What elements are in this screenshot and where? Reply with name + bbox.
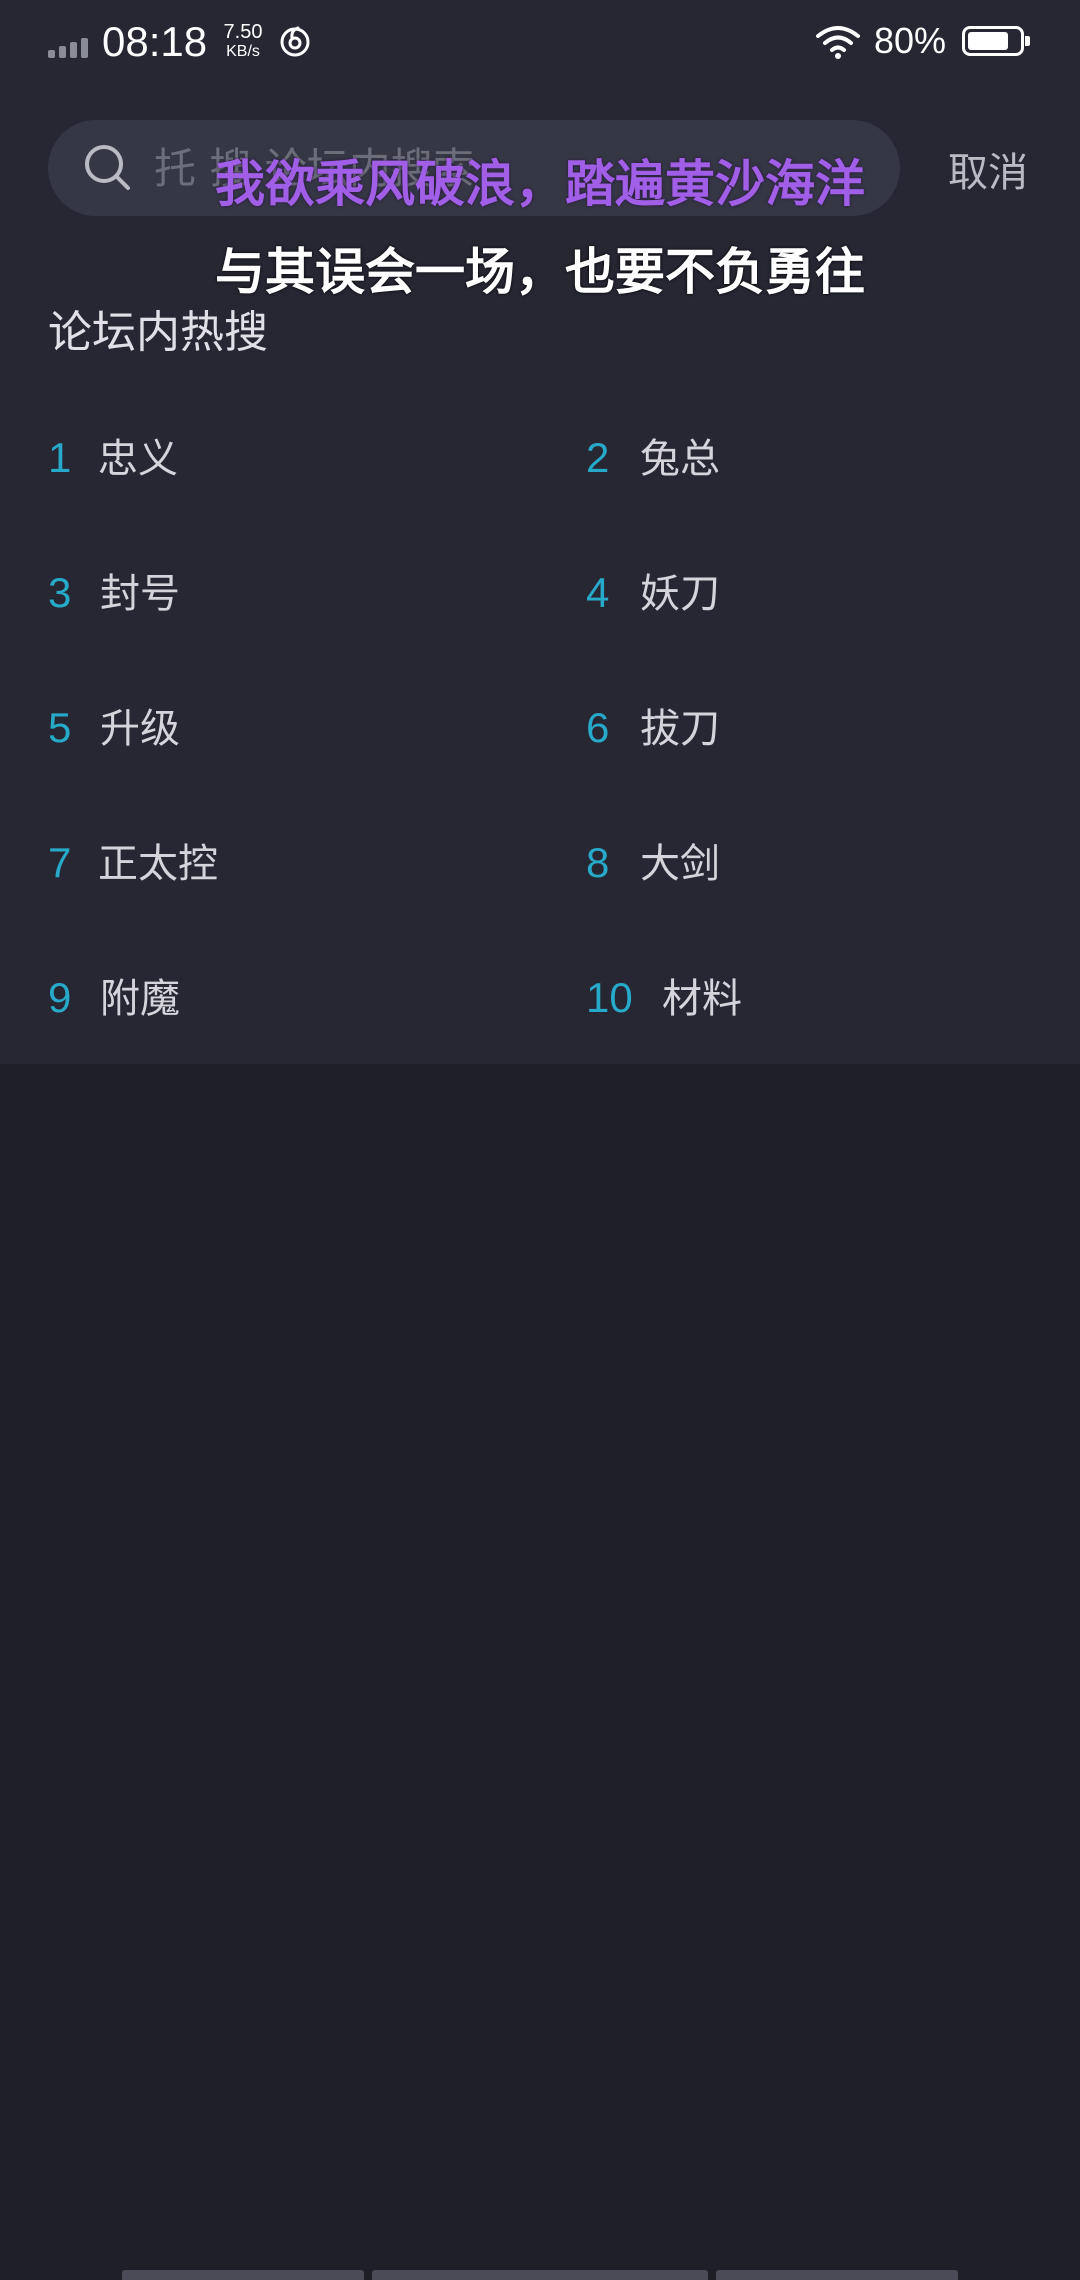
hot-search-item-10[interactable]: 10 材料 <box>586 958 742 1038</box>
net-speed-unit: KB/s <box>226 43 260 60</box>
hot-search-item-3[interactable]: 3 封号 <box>48 553 180 633</box>
hot-search-item-7[interactable]: 7 正太控 <box>48 823 218 903</box>
hot-search-rank: 6 <box>586 704 610 751</box>
net-speed: 7.50 KB/s <box>216 22 270 60</box>
hot-search-text: 附魔 <box>100 976 180 1022</box>
battery-fill <box>968 32 1008 50</box>
hot-search-text: 材料 <box>662 976 742 1022</box>
hot-search-rank: 10 <box>586 974 633 1021</box>
hot-search-rank: 9 <box>48 974 72 1021</box>
hot-search-rank: 8 <box>586 839 610 886</box>
hot-search-item-6[interactable]: 6 拔刀 <box>586 688 720 768</box>
hot-search-rank: 4 <box>586 569 610 616</box>
hot-search-text: 升级 <box>100 706 180 752</box>
hot-search-text: 忠义 <box>98 436 178 482</box>
hot-search-item-9[interactable]: 9 附魔 <box>48 958 180 1038</box>
hot-search-item-4[interactable]: 4 妖刀 <box>586 553 720 633</box>
hot-search-rank: 1 <box>48 434 72 481</box>
hot-search-rank: 3 <box>48 569 72 616</box>
hot-search-item-2[interactable]: 2 兔总 <box>586 418 720 498</box>
hot-search-text: 拔刀 <box>640 706 720 752</box>
nav-hint-center[interactable] <box>372 2270 708 2280</box>
hot-search-item-5[interactable]: 5 升级 <box>48 688 180 768</box>
hot-search-item-1[interactable]: 1 忠义 <box>48 418 178 498</box>
hot-search-title: 论坛内热搜 <box>48 307 268 358</box>
status-bar: 08:18 7.50 KB/s 80% <box>0 0 1080 86</box>
hot-search-rank: 7 <box>48 839 72 886</box>
nav-hint-left[interactable] <box>122 2270 364 2280</box>
hot-search-rank: 2 <box>586 434 610 481</box>
battery-icon <box>962 26 1030 56</box>
hot-search-text: 妖刀 <box>640 571 720 617</box>
lyric-line-2: 与其误会一场，也要不负勇往 <box>215 243 865 301</box>
signal-icon <box>48 30 94 58</box>
hot-search-rank: 5 <box>48 704 72 751</box>
hot-search-text: 兔总 <box>640 436 720 482</box>
hot-search-item-8[interactable]: 8 大剑 <box>586 823 720 903</box>
hot-search-text: 封号 <box>100 571 180 617</box>
screen: 08:18 7.50 KB/s 80% 取消 我欲乘风破浪，踏 <box>0 0 1080 2280</box>
wifi-icon <box>816 26 860 59</box>
status-time: 08:18 <box>102 18 208 65</box>
net-speed-value: 7.50 <box>223 21 263 43</box>
hot-search-text: 正太控 <box>98 841 218 887</box>
lyric-line-1: 我欲乘风破浪，踏遍黄沙海洋 <box>215 155 865 213</box>
hot-search-text: 大剑 <box>640 841 720 887</box>
nav-hint-right[interactable] <box>716 2270 958 2280</box>
netease-music-icon <box>280 26 310 57</box>
battery-percent: 80% <box>874 20 947 61</box>
